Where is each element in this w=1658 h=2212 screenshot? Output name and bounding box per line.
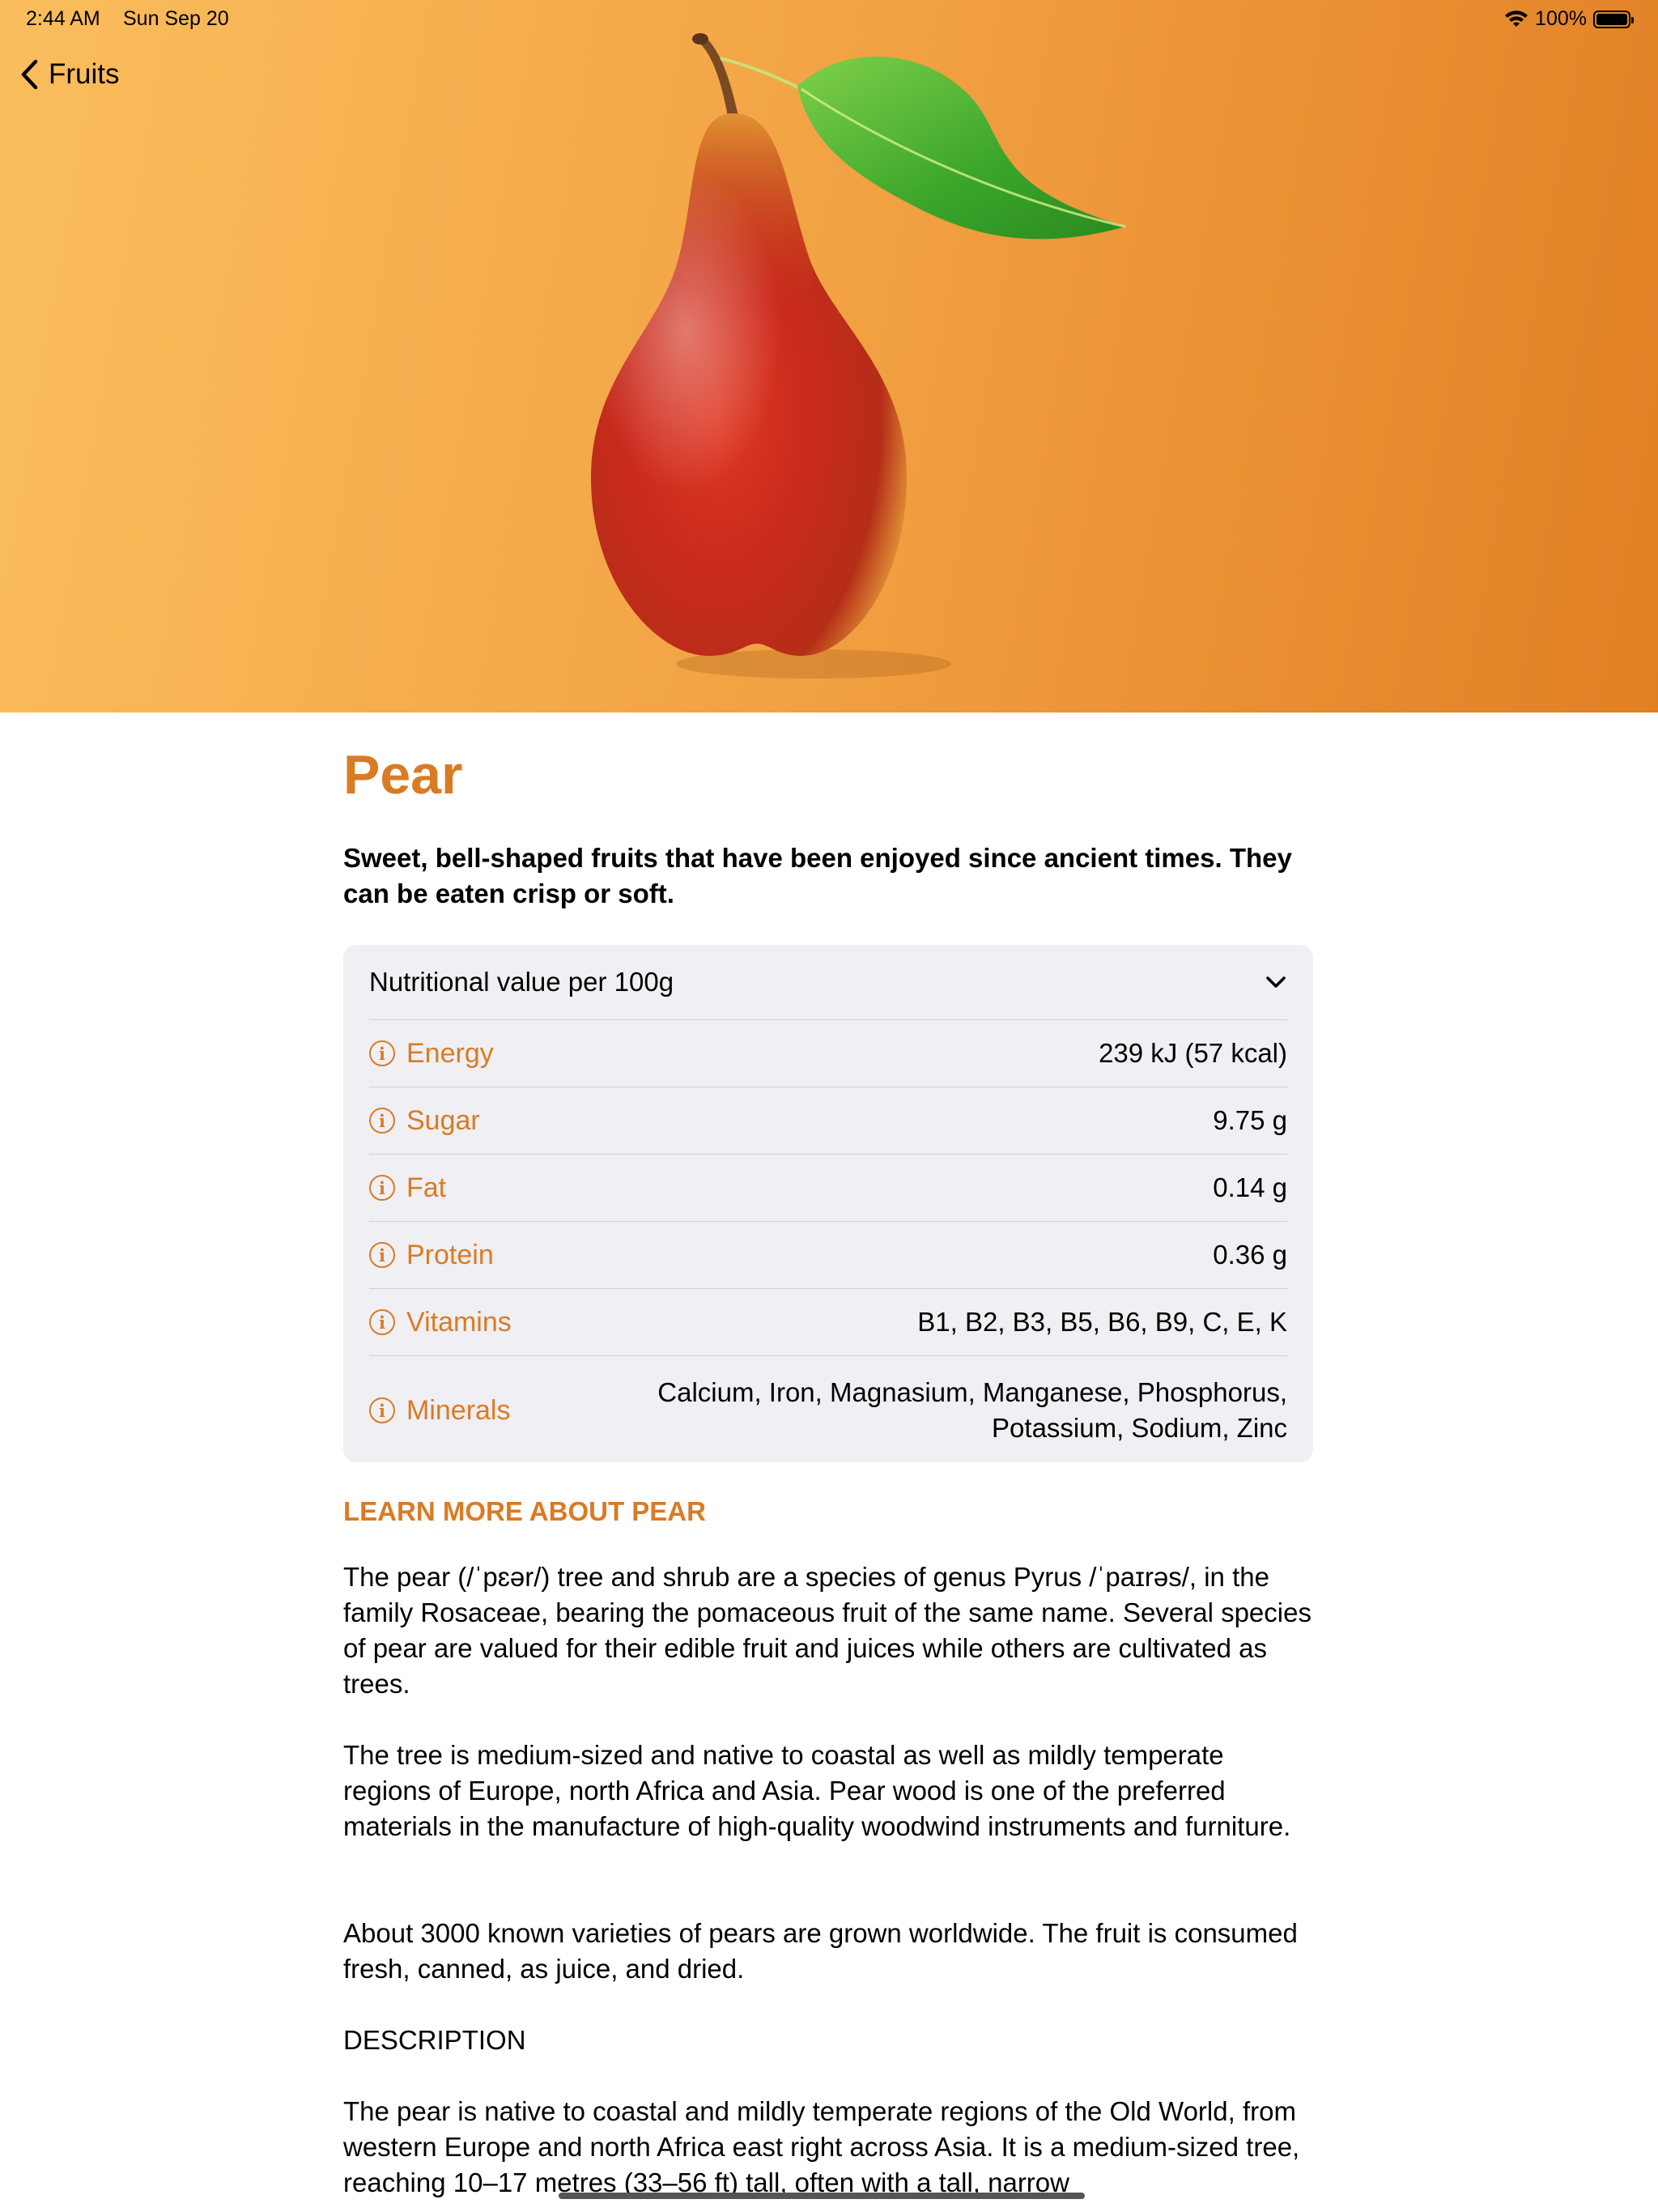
nutrition-header-label: Nutritional value per 100g [369, 967, 674, 997]
nutrition-row-vitamins: i Vitamins B1, B2, B3, B5, B6, B9, C, E,… [369, 1289, 1287, 1356]
nutrition-label-text: Fat [406, 1172, 447, 1203]
wifi-icon [1505, 10, 1528, 27]
back-label: Fruits [49, 58, 120, 90]
info-icon[interactable]: i [369, 1242, 395, 1268]
nutrition-label-text: Minerals [406, 1394, 511, 1426]
body-paragraph: The pear (/ˈpɛər/) tree and shrub are a … [343, 1562, 1312, 1699]
learn-more-heading: LEARN MORE ABOUT PEAR [343, 1496, 706, 1526]
nutrition-disclosure-header[interactable]: Nutritional value per 100g [369, 945, 1287, 1020]
battery-percent: 100% [1535, 7, 1587, 30]
status-time: 2:44 AM [26, 7, 100, 30]
nutrition-label-protein[interactable]: i Protein [369, 1240, 494, 1271]
info-icon[interactable]: i [369, 1175, 395, 1201]
status-right: 100% [1504, 7, 1634, 31]
nutrition-label-text: Vitamins [406, 1306, 512, 1338]
back-button[interactable]: Fruits [19, 58, 120, 91]
body-paragraph: The pear is native to coastal and mildly… [343, 2096, 1300, 2197]
nutrition-row-sugar: i Sugar 9.75 g [369, 1087, 1287, 1155]
nutrition-row-energy: i Energy 239 kJ (57 kcal) [369, 1020, 1287, 1087]
nutrition-label-minerals[interactable]: i Minerals [369, 1395, 510, 1427]
hero-banner: 2:44 AM Sun Sep 20 100% Fruits [0, 0, 1658, 713]
nutrition-label-text: Energy [406, 1037, 494, 1069]
info-icon[interactable]: i [369, 1040, 395, 1066]
nutrition-value-minerals: Calcium, Iron, Magnasium, Manganese, Pho… [657, 1377, 1287, 1443]
body-paragraph: The tree is medium-sized and native to c… [343, 1740, 1291, 1841]
nutrition-value-energy: 239 kJ (57 kcal) [1099, 1038, 1287, 1068]
info-icon[interactable]: i [369, 1397, 395, 1423]
battery-icon [1593, 10, 1634, 28]
chevron-left-icon [21, 59, 38, 90]
nutrition-label-vitamins[interactable]: i Vitamins [369, 1307, 512, 1338]
nutrition-row-fat: i Fat 0.14 g [369, 1155, 1287, 1222]
nutrition-value-sugar: 9.75 g [1213, 1105, 1287, 1135]
body-paragraph: About 3000 known varieties of pears are … [343, 1918, 1298, 1984]
section-heading-description: DESCRIPTION [343, 2025, 526, 2055]
pear-image [591, 33, 1126, 678]
nutrition-label-text: Protein [406, 1239, 494, 1270]
chevron-down-icon[interactable] [1265, 975, 1287, 989]
nutrition-label-energy[interactable]: i Energy [369, 1038, 494, 1070]
info-icon[interactable]: i [369, 1309, 395, 1335]
nutrition-label-fat[interactable]: i Fat [369, 1172, 446, 1204]
home-indicator[interactable] [559, 2193, 1085, 2199]
nutrition-row-protein: i Protein 0.36 g [369, 1222, 1287, 1289]
fruit-tagline: Sweet, bell-shaped fruits that have been… [343, 843, 1292, 908]
nutrition-value-protein: 0.36 g [1213, 1240, 1287, 1270]
status-date: Sun Sep 20 [123, 7, 229, 30]
fruit-title: Pear [343, 744, 463, 806]
nutrition-value-vitamins: B1, B2, B3, B5, B6, B9, C, E, K [917, 1307, 1287, 1337]
info-icon[interactable]: i [369, 1108, 395, 1134]
nutrition-label-text: Sugar [406, 1104, 480, 1136]
nutrition-card: Nutritional value per 100g i Energy 239 … [343, 945, 1313, 1462]
nutrition-value-fat: 0.14 g [1213, 1172, 1287, 1202]
nutrition-row-minerals: i Minerals Calcium, Iron, Magnasium, Man… [369, 1356, 1287, 1465]
nutrition-label-sugar[interactable]: i Sugar [369, 1105, 480, 1137]
